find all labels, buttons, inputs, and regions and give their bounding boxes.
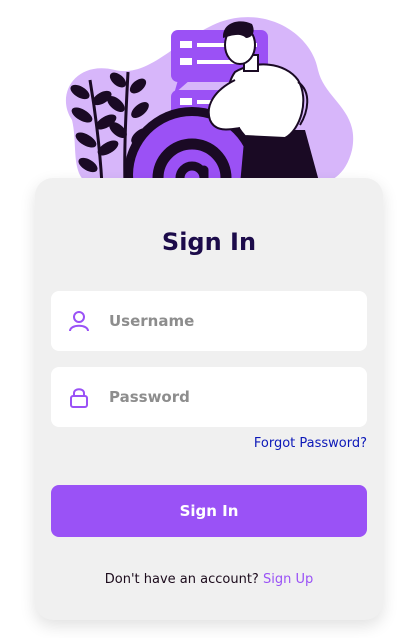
page-title: Sign In bbox=[161, 228, 257, 256]
user-icon bbox=[68, 310, 90, 332]
signup-row: Don't have an account? Sign Up bbox=[35, 572, 383, 587]
username-input[interactable] bbox=[109, 301, 339, 341]
password-input[interactable] bbox=[109, 377, 339, 417]
sign-in-page: Sign In Forgot Password? Sign In D bbox=[0, 0, 417, 638]
signup-prompt: Don't have an account? bbox=[104, 572, 263, 587]
username-field[interactable] bbox=[51, 291, 367, 351]
sign-in-button[interactable]: Sign In bbox=[51, 485, 367, 537]
email-at-illustration bbox=[65, 17, 354, 200]
forgot-password-link[interactable]: Forgot Password? bbox=[254, 436, 367, 451]
sign-in-card: Sign In Forgot Password? Sign In D bbox=[35, 178, 383, 620]
lock-icon bbox=[68, 386, 90, 408]
sign-up-link[interactable]: Sign Up bbox=[263, 572, 313, 587]
password-field[interactable] bbox=[51, 367, 367, 427]
